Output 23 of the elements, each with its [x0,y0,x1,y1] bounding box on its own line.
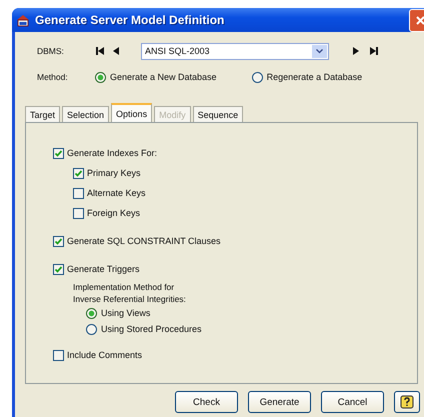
dialog-button[interactable]: Cancel [321,391,384,413]
checkbox[interactable]: Primary Keys [73,163,141,183]
radio-button[interactable]: Using Views [86,305,150,321]
section-label: Implementation Method for Inverse Referential Integrities: [73,281,186,305]
window-title: Generate Server Model Definition [35,13,226,27]
checkbox[interactable]: Generate SQL CONSTRAINT Clauses [53,231,221,251]
dbms-dropdown[interactable]: ANSI SQL-2003 [141,42,329,60]
checkbox[interactable]: Include Comments [53,345,142,365]
dialog-button[interactable]: Generate [248,391,311,413]
field-label: Method: [37,72,69,82]
radio-button[interactable]: Generate a New Database [95,72,217,82]
tab[interactable]: Selection [62,106,110,122]
radio-button[interactable]: Regenerate a Database [252,72,362,82]
tab[interactable]: Target [25,106,60,122]
checkbox[interactable]: Generate Triggers [53,259,140,279]
checkbox[interactable]: Alternate Keys [73,183,146,203]
dialog-button[interactable]: Check [175,391,238,413]
checkbox[interactable]: Generate Indexes For: [53,143,158,163]
radio-button[interactable]: Using Stored Procedures [86,321,202,337]
tab[interactable]: Sequence [192,106,244,122]
checkbox[interactable]: Foreign Keys [73,203,140,223]
tab[interactable]: Options [111,103,152,122]
field-label: DBMS: [37,46,65,56]
